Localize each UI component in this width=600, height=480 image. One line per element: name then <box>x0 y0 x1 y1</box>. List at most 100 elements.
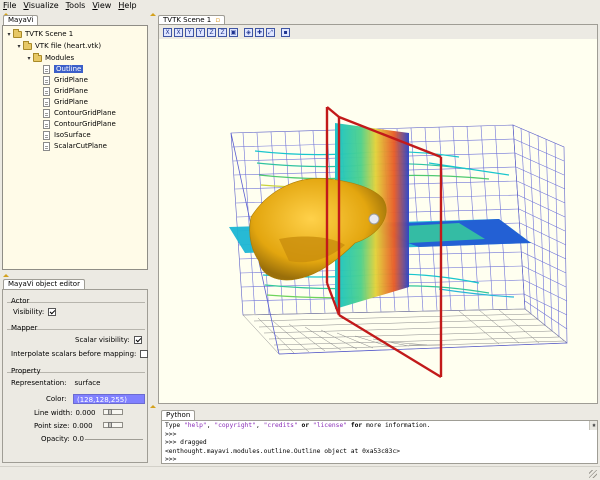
python-prompt[interactable]: >>> <box>165 456 594 463</box>
tree-module-label: ScalarCutPlane <box>54 142 107 150</box>
tree-node-modules[interactable]: ▾ Modules <box>25 52 75 63</box>
line-width-slider[interactable] <box>103 409 123 415</box>
point-size-slider[interactable] <box>103 422 123 428</box>
scene-toolbar: X X Y Y Z Z ▣ ◈ ✚ ⤢ ▪ <box>159 25 597 39</box>
heart-visualization[interactable] <box>159 39 597 403</box>
scalar-visibility-label: Scalar visibility: <box>75 336 130 344</box>
tree-module-contourgridplane[interactable]: ContourGridPlane <box>43 119 116 129</box>
visibility-label: Visibility: <box>13 308 45 316</box>
menu-view[interactable]: View <box>92 1 111 11</box>
line-width-row: Line width: 0.000 <box>34 409 96 417</box>
tab-object-editor[interactable]: MayaVi object editor <box>3 279 85 289</box>
view-y-icon[interactable]: Y <box>185 27 194 37</box>
tree-module-isosurface[interactable]: IsoSurface <box>43 130 91 140</box>
fullscreen-icon[interactable]: ⤢ <box>266 27 275 37</box>
tree-node-vtk-file-label: VTK file (heart.vtk) <box>35 42 102 50</box>
resize-grip-icon[interactable] <box>589 470 597 478</box>
tab-mayavi[interactable]: MayaVi <box>3 15 39 25</box>
scroll-down-icon[interactable]: ▼ <box>591 423 597 429</box>
tab-close-icon[interactable]: ▫ <box>215 16 220 24</box>
tree-module-gridplane[interactable]: GridPlane <box>43 75 88 85</box>
tree-module-label: GridPlane <box>54 87 88 95</box>
tree-module-label: IsoSurface <box>54 131 91 139</box>
tree-module-outline[interactable]: Outline <box>43 64 84 74</box>
tree-node-scene[interactable]: ▾ TVTK Scene 1 <box>5 28 74 39</box>
tree-node-modules-label: Modules <box>45 54 75 62</box>
view-neg-y-icon[interactable]: Y <box>196 27 205 37</box>
visibility-checkbox[interactable] <box>48 308 57 316</box>
grid-plane-bottom <box>242 308 568 355</box>
grid-plane-right <box>512 124 568 344</box>
visibility-row: Visibility: <box>13 308 57 316</box>
tree-module-label: ContourGridPlane <box>54 109 116 117</box>
menu-visualize[interactable]: Visualize <box>23 1 58 11</box>
opacity-value[interactable]: 0.0 <box>73 435 84 443</box>
view-neg-x-icon[interactable]: X <box>174 27 183 37</box>
collapse-icon[interactable]: ▾ <box>25 55 33 62</box>
menu-file[interactable]: File <box>3 1 16 11</box>
line-width-label: Line width: <box>34 409 73 417</box>
document-icon <box>43 64 50 74</box>
document-icon <box>43 130 50 140</box>
line-width-value[interactable]: 0.000 <box>75 409 95 417</box>
panel-drag-handle-icon[interactable] <box>150 405 160 409</box>
opacity-slider-track[interactable] <box>85 439 143 440</box>
scalar-visibility-checkbox[interactable] <box>133 336 142 344</box>
object-editor: Actor Visibility: Mapper Scalar visibili… <box>2 289 149 463</box>
parallel-projection-icon[interactable]: ◈ <box>244 27 253 37</box>
scene-frame: X X Y Y Z Z ▣ ◈ ✚ ⤢ ▪ <box>158 24 598 404</box>
representation-row: Representation: surface <box>11 379 100 387</box>
opacity-label: Opacity: <box>41 435 70 443</box>
view-neg-z-icon[interactable]: Z <box>218 27 227 37</box>
axes-icon[interactable]: ✚ <box>255 27 264 37</box>
slider-knob[interactable] <box>108 422 112 428</box>
tree-module-label: ContourGridPlane <box>54 120 116 128</box>
isometric-icon[interactable]: ▣ <box>229 27 238 37</box>
menu-help[interactable]: Help <box>118 1 136 11</box>
python-line: Type "help", "copyright", "credits" or "… <box>165 422 431 429</box>
tree-module-label: GridPlane <box>54 76 88 84</box>
view-z-icon[interactable]: Z <box>207 27 216 37</box>
python-shell[interactable]: Type "help", "copyright", "credits" or "… <box>161 420 598 464</box>
scalar-visibility-row: Scalar visibility: <box>75 336 142 344</box>
tree-module-gridplane[interactable]: GridPlane <box>43 86 88 96</box>
document-icon <box>43 75 50 85</box>
save-icon[interactable]: ▪ <box>281 27 290 37</box>
collapse-icon[interactable]: ▾ <box>15 43 23 50</box>
folder-icon <box>13 28 22 38</box>
opacity-row: Opacity: 0.0 <box>41 435 84 443</box>
point-size-value[interactable]: 0.000 <box>73 422 93 430</box>
folder-icon <box>33 52 42 62</box>
actor-group-label: Actor <box>11 297 30 305</box>
tree-module-contourgridplane[interactable]: ContourGridPlane <box>43 108 116 118</box>
collapse-icon[interactable]: ▾ <box>5 31 13 38</box>
python-line: <enthought.mayavi.modules.outline.Outlin… <box>165 447 401 455</box>
interpolate-row: Interpolate scalars before mapping: <box>11 350 149 358</box>
pipeline-tree: ▾ TVTK Scene 1 ▾ VTK file (heart.vtk) ▾ … <box>2 25 148 270</box>
tree-module-scalarcutplane[interactable]: ScalarCutPlane <box>43 141 107 151</box>
toolbar-separator <box>277 28 279 37</box>
interpolate-checkbox[interactable] <box>140 350 149 358</box>
document-icon <box>43 119 50 129</box>
menu-tools[interactable]: Tools <box>66 1 86 11</box>
representation-value[interactable]: surface <box>75 379 101 387</box>
tree-node-vtk-file[interactable]: ▾ VTK file (heart.vtk) <box>15 40 102 51</box>
slider-knob[interactable] <box>108 409 112 415</box>
view-x-icon[interactable]: X <box>163 27 172 37</box>
color-field[interactable]: (128,128,255) <box>73 394 145 404</box>
python-scrollbar[interactable]: ▲ ▼ <box>589 421 597 430</box>
mapper-group-label: Mapper <box>11 324 38 332</box>
tree-module-gridplane[interactable]: GridPlane <box>43 97 88 107</box>
render-canvas[interactable] <box>159 39 597 403</box>
tab-python[interactable]: Python <box>161 410 196 420</box>
document-icon <box>43 86 50 96</box>
color-row: Color: <box>46 395 67 403</box>
point-size-row: Point size: 0.000 <box>34 422 93 430</box>
representation-label: Representation: <box>11 379 67 387</box>
tree-module-label: Outline <box>54 65 84 73</box>
color-label: Color: <box>46 395 67 403</box>
tree-node-scene-label: TVTK Scene 1 <box>25 30 74 38</box>
menu-bar: File Visualize Tools View Help <box>0 0 600 11</box>
python-prompt: >>> <box>165 430 177 438</box>
document-icon <box>43 97 50 107</box>
